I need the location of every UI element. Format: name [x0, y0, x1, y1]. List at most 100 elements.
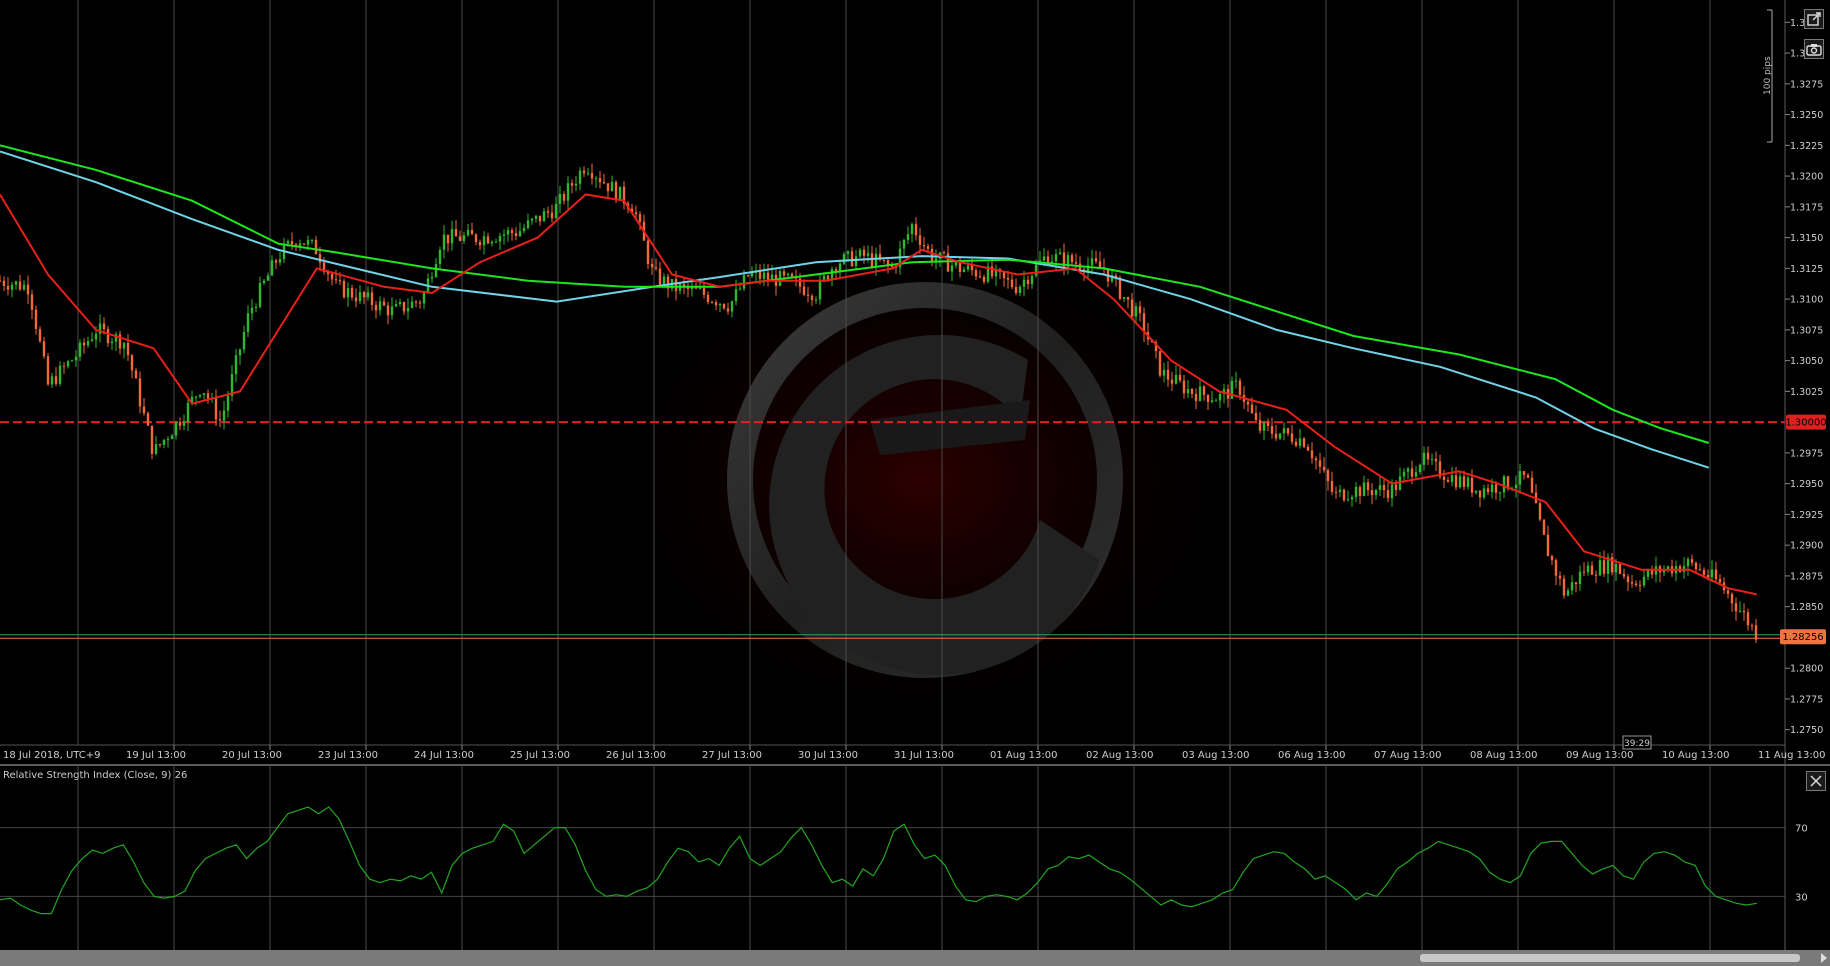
time-axis-label: 26 Jul 13:00 [606, 750, 666, 761]
close-indicator-button[interactable] [1806, 771, 1826, 791]
candle-body [1026, 279, 1030, 285]
scrollbar-thumb[interactable] [1420, 954, 1800, 962]
candle-body [402, 301, 406, 312]
horizontal-scrollbar[interactable] [0, 950, 1830, 966]
candle-body [1298, 438, 1302, 446]
candle-body [1290, 433, 1294, 442]
candle-body [1458, 476, 1462, 488]
scroll-right-arrow-icon[interactable] [1821, 953, 1827, 963]
candle-body [914, 224, 918, 236]
candle-body [738, 288, 742, 290]
candle-body [1442, 476, 1446, 480]
candle-body [570, 183, 574, 186]
candle-body [734, 289, 738, 302]
candle-body [978, 276, 982, 278]
candle-body [1286, 428, 1290, 434]
candle-body [1742, 610, 1746, 613]
candle-body [1070, 255, 1074, 263]
candle-body [554, 203, 558, 219]
price-chart[interactable]: 1.33251.33001.32751.32501.32251.32001.31… [0, 0, 1830, 764]
candle-body [882, 259, 886, 261]
candle-body [846, 251, 850, 254]
candle-body [142, 406, 146, 414]
candle-body [1274, 433, 1278, 439]
candle-body [1098, 261, 1102, 268]
candle-body [782, 271, 786, 276]
candle-body [1306, 446, 1310, 451]
candle-body [362, 292, 366, 298]
candle-body [1570, 582, 1574, 591]
candle-body [1694, 562, 1698, 570]
candle-body [682, 284, 686, 286]
candle-body [1598, 560, 1602, 576]
candle-body [490, 241, 494, 244]
candle-body [558, 194, 562, 204]
candle-body [1554, 560, 1558, 576]
price-tick-label: 1.3275 [1790, 79, 1823, 90]
candle-body [974, 270, 978, 277]
price-tick-label: 1.3025 [1790, 387, 1823, 398]
candle-body [374, 305, 378, 311]
candle-body [1210, 400, 1214, 402]
candle-body [414, 301, 418, 303]
candle-body [1754, 625, 1758, 640]
candle-body [1182, 380, 1186, 394]
candle-body [714, 302, 718, 306]
candle-body [742, 275, 746, 289]
candle-body [1574, 582, 1578, 585]
candle-body [418, 302, 422, 304]
candle-body [506, 230, 510, 235]
candle-body [530, 218, 534, 221]
candle-body [706, 294, 710, 303]
price-tick-label: 1.3100 [1790, 295, 1823, 306]
candle-body [1454, 475, 1458, 488]
time-axis-label: 02 Aug 13:00 [1086, 750, 1153, 761]
candle-body [858, 249, 862, 257]
camera-icon [1806, 44, 1822, 56]
candle-body [1338, 489, 1342, 492]
candle-body [1538, 503, 1542, 520]
candle-body [1138, 306, 1142, 314]
candle-body [330, 274, 334, 280]
candle-body [762, 272, 766, 279]
candle-body [1666, 566, 1670, 570]
candle-body [1582, 571, 1586, 573]
candle-body [1418, 464, 1422, 473]
candle-body [378, 301, 382, 311]
candle-body [466, 229, 470, 236]
screenshot-button[interactable] [1804, 39, 1824, 59]
candle-body [434, 264, 438, 277]
price-tick-label: 1.2775 [1790, 694, 1823, 705]
candle-body [470, 229, 474, 235]
candle-body [1186, 389, 1190, 394]
candle-body [594, 178, 598, 180]
candle-body [1354, 486, 1358, 498]
candle-body [1590, 565, 1594, 575]
candle-body [654, 267, 658, 269]
watermark-logo [590, 220, 1250, 740]
candle-body [1526, 474, 1530, 478]
price-tick-label: 1.2850 [1790, 602, 1823, 613]
candle-body [486, 236, 490, 244]
candle-body [266, 275, 270, 281]
pop-out-button[interactable] [1804, 9, 1824, 29]
candle-body [86, 340, 90, 346]
candle-body [590, 173, 594, 179]
rsi-level-30-label: 30 [1795, 892, 1808, 903]
candle-body [866, 253, 870, 256]
candle-body [482, 236, 486, 246]
candle-body [1638, 585, 1642, 587]
candle-body [1014, 286, 1018, 293]
candle-body [1174, 374, 1178, 384]
candle-body [430, 276, 434, 279]
candle-body [586, 173, 590, 175]
candle-body [442, 234, 446, 250]
candle-body [370, 292, 374, 306]
candle-body [1482, 488, 1486, 498]
candle-body [390, 306, 394, 316]
candle-body [954, 262, 958, 266]
candle-body [1238, 380, 1242, 395]
candle-body [1266, 422, 1270, 426]
price-tick-label: 1.2750 [1790, 725, 1823, 736]
rsi-indicator-panel[interactable]: Relative Strength Index (Close, 9) 26 70… [0, 764, 1830, 950]
